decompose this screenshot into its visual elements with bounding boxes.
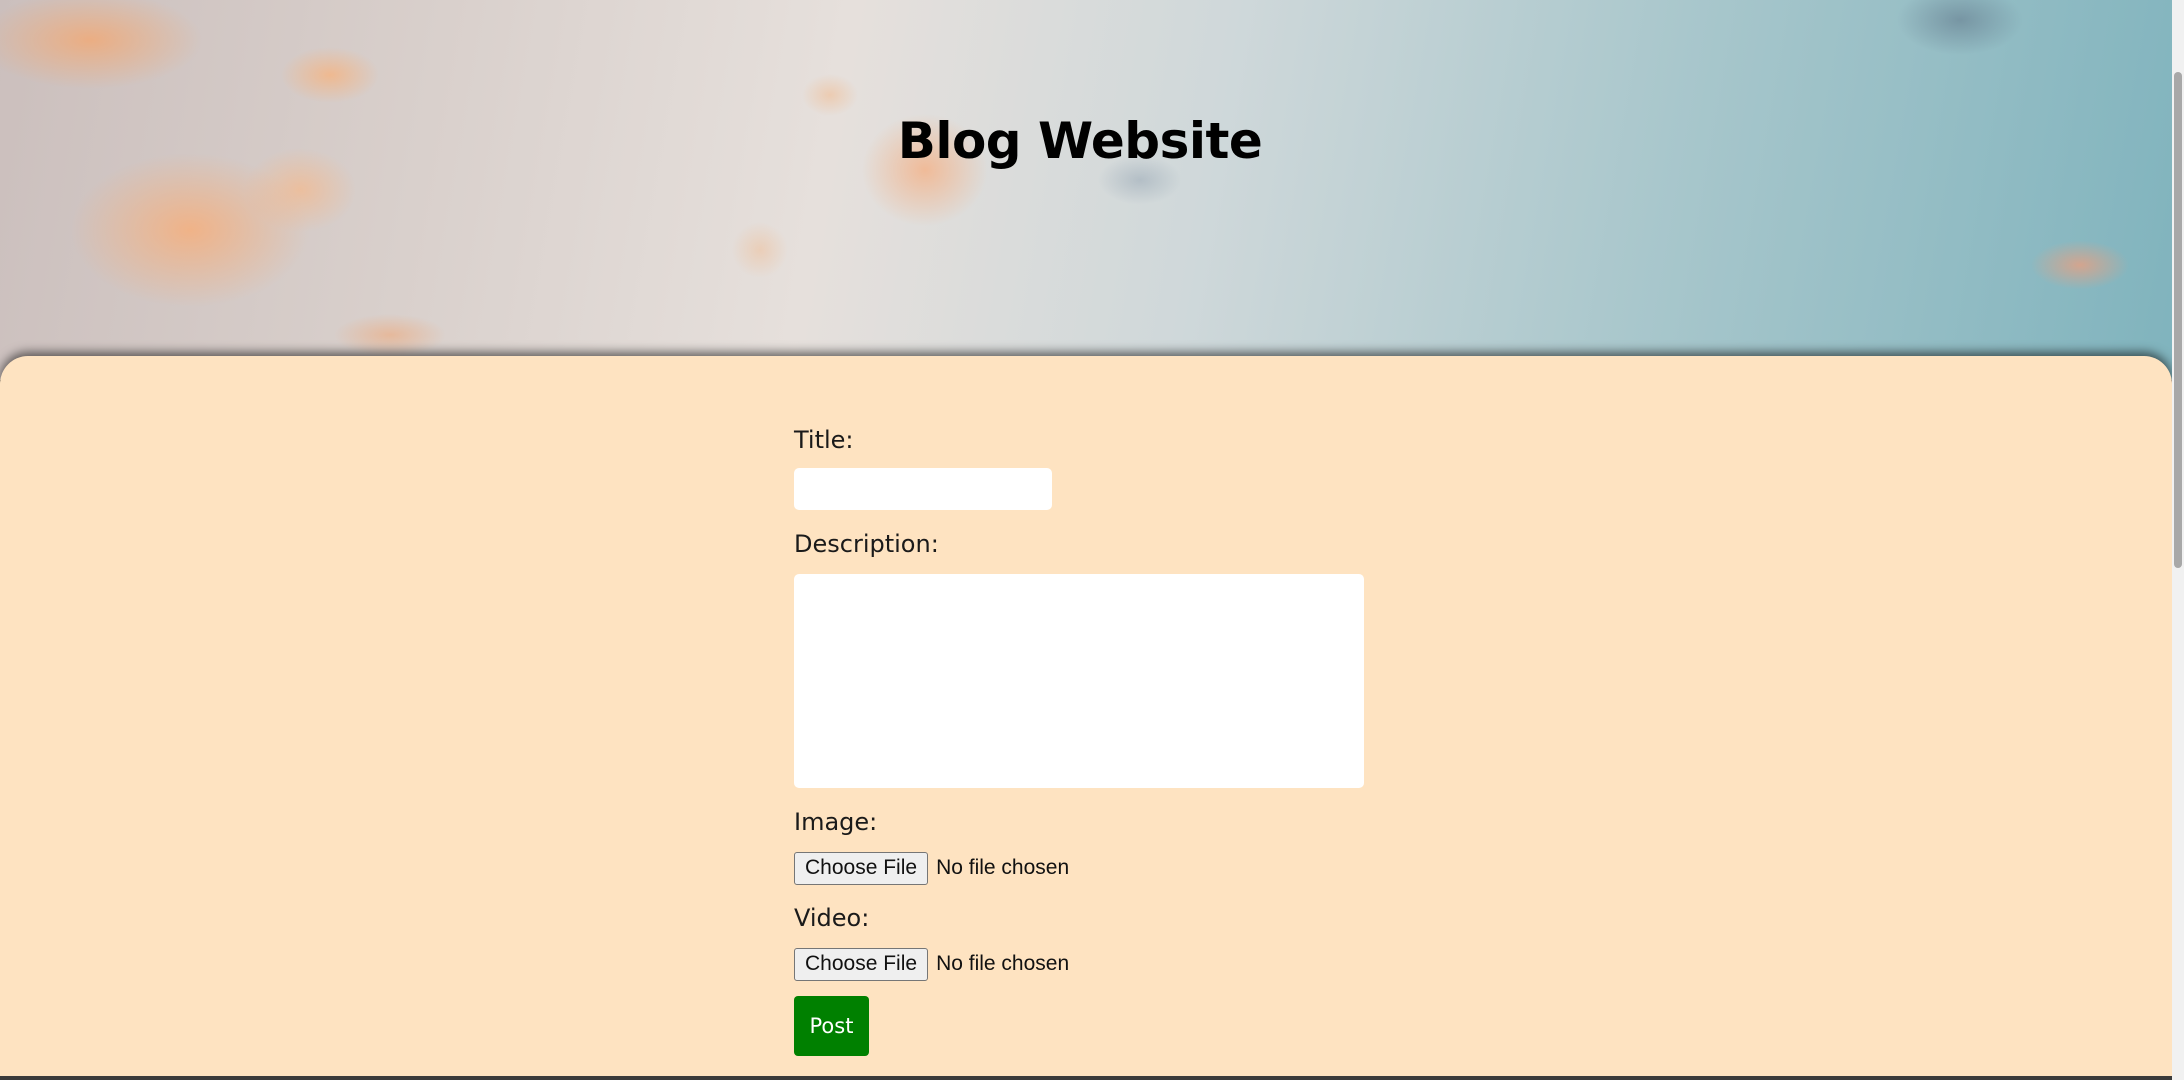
sky-header-banner: Blog Website: [0, 0, 2184, 380]
video-file-input: Choose File No file chosen: [794, 946, 1394, 982]
description-textarea[interactable]: [794, 574, 1364, 788]
title-input[interactable]: [794, 468, 1052, 510]
image-label: Image:: [794, 808, 878, 836]
page: Blog Website Title: Description: Image: …: [0, 0, 2184, 1080]
page-scrollbar[interactable]: [2172, 0, 2184, 1080]
bottom-edge: [0, 1076, 2172, 1080]
image-choose-file-button[interactable]: Choose File: [794, 851, 929, 885]
post-button[interactable]: Post: [794, 996, 869, 1056]
site-title: Blog Website: [897, 112, 1263, 170]
scrollbar-thumb[interactable]: [2174, 72, 2182, 568]
image-file-status: No file chosen: [936, 856, 1070, 879]
video-label: Video:: [794, 904, 870, 932]
description-label: Description:: [794, 530, 939, 558]
video-file-status: No file chosen: [936, 952, 1070, 975]
title-label: Title:: [794, 426, 854, 454]
post-form: Title: Description: Image: Choose File N…: [794, 420, 1394, 1056]
video-choose-file-button[interactable]: Choose File: [794, 947, 929, 981]
image-file-input: Choose File No file chosen: [794, 850, 1394, 886]
